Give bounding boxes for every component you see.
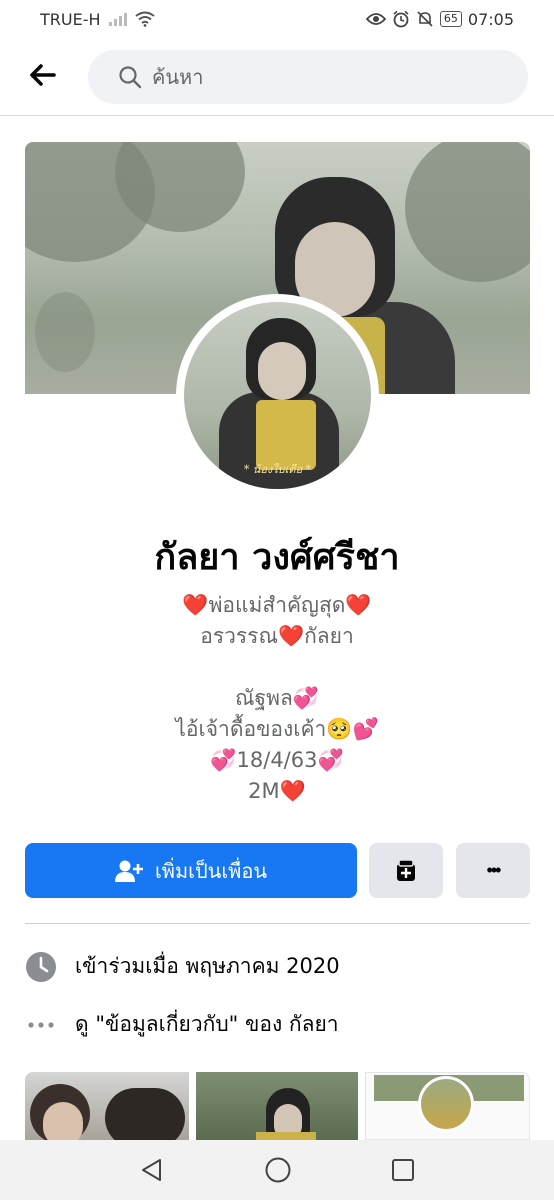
- joined-info-row: เข้าร่วมเมื่อ พฤษภาคม 2020: [25, 950, 530, 983]
- more-options-button[interactable]: •••: [456, 843, 530, 898]
- recents-nav-icon[interactable]: [391, 1158, 415, 1182]
- home-nav-icon[interactable]: [264, 1156, 292, 1184]
- search-box[interactable]: [88, 50, 528, 104]
- more-dots-icon: [28, 1021, 54, 1028]
- more-icon: •••: [486, 860, 502, 880]
- battery-icon: 65: [439, 11, 462, 27]
- photo-thumbnail[interactable]: [196, 1072, 358, 1140]
- photo-thumbnail[interactable]: [365, 1072, 530, 1140]
- signal-icon: [108, 12, 127, 26]
- about-info-row[interactable]: ดู "ข้อมูลเกี่ยวกับ" ของ กัลยา: [25, 1008, 530, 1041]
- divider: [25, 923, 530, 924]
- profile-bio: ❤️พ่อแม่สำคัญสุด❤️ อรวรรณ❤️กัลยา ณัฐพล💞 …: [0, 590, 554, 807]
- status-bar: TRUE-H 65 07:05: [0, 0, 554, 38]
- search-input[interactable]: [152, 65, 492, 89]
- bio-line: 💞18/4/63💞: [210, 748, 344, 772]
- eye-icon: [365, 13, 386, 25]
- joined-label: เข้าร่วมเมื่อ พฤษภาคม 2020: [75, 954, 340, 978]
- bio-line: 2M❤️: [248, 779, 306, 803]
- clock-label: 07:05: [467, 9, 514, 29]
- profile-name: กัลยา วงศ์ศรีชา: [154, 537, 400, 578]
- about-link[interactable]: ดู "ข้อมูลเกี่ยวกับ" ของ กัลยา: [75, 1008, 339, 1041]
- profile-avatar[interactable]: * น้องใบเตือ *: [176, 294, 379, 497]
- carrier-label: TRUE-H: [40, 9, 101, 29]
- add-friend-icon: [114, 860, 143, 882]
- clock-icon: [26, 951, 56, 982]
- back-arrow-icon[interactable]: [26, 58, 60, 92]
- bio-line: ไอ้เจ้าดื้อของเค้า🥺💕: [175, 717, 379, 741]
- add-friend-button[interactable]: เพิ่มเป็นเพื่อน: [25, 843, 357, 898]
- notifications-off-icon: [417, 11, 433, 27]
- bio-line: [0, 652, 554, 683]
- back-nav-icon[interactable]: [139, 1157, 165, 1183]
- message-button[interactable]: [369, 843, 443, 898]
- wifi-icon: [134, 11, 155, 27]
- alarm-icon: [393, 10, 409, 28]
- bio-line: ❤️พ่อแม่สำคัญสุด❤️: [182, 593, 372, 617]
- bio-line: อรวรรณ❤️กัลยา: [200, 624, 354, 648]
- message-icon: [397, 858, 415, 881]
- search-header: [0, 40, 554, 116]
- avatar-caption: * น้องใบเตือ *: [243, 463, 312, 476]
- photo-thumbnail[interactable]: [25, 1072, 189, 1140]
- system-nav-bar: [0, 1140, 554, 1200]
- add-friend-label: เพิ่มเป็นเพื่อน: [154, 858, 268, 883]
- bio-line: ณัฐพล💞: [235, 686, 319, 710]
- search-icon: [119, 66, 142, 89]
